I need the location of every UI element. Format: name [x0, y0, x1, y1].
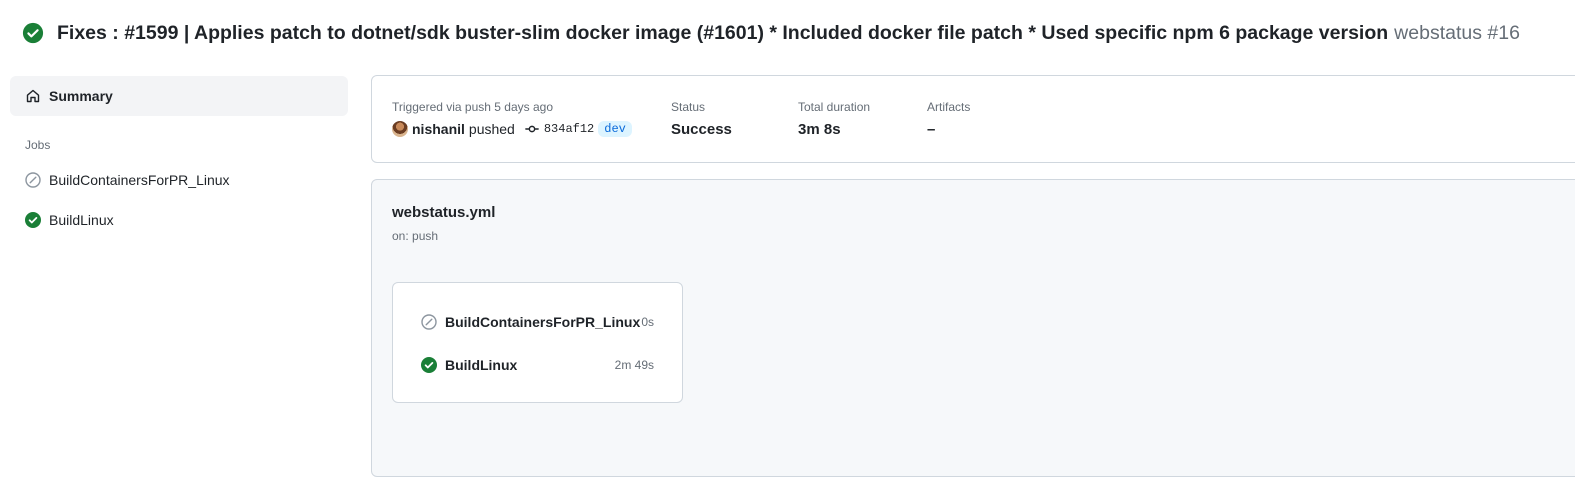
action-text: pushed: [468, 121, 515, 137]
run-header: Fixes : #1599 | Applies patch to dotnet/…: [22, 20, 1520, 46]
graph-job-buildlinux[interactable]: BuildLinux 2m 49s: [421, 355, 654, 375]
workflow-file-name: webstatus.yml: [392, 204, 496, 221]
sidebar-job-label: BuildLinux: [49, 212, 114, 228]
graph-job-name: BuildContainersForPR_Linux: [445, 314, 641, 330]
sidebar-job-buildlinux[interactable]: BuildLinux: [10, 200, 348, 240]
status-label: Status: [671, 100, 706, 114]
status-value: Success: [671, 121, 732, 138]
graph-job-buildcontainersforpr-linux[interactable]: BuildContainersForPR_Linux 0s: [421, 312, 654, 332]
skipped-icon: [25, 172, 41, 188]
graph-job-duration: 2m 49s: [614, 358, 654, 372]
duration-value: 3m 8s: [798, 121, 841, 138]
sidebar-item-summary[interactable]: Summary: [10, 76, 348, 116]
artifacts-info: Artifacts –: [927, 100, 970, 138]
commit-sha-link[interactable]: 834af12: [544, 122, 594, 136]
duration-label: Total duration: [798, 100, 871, 114]
branch-badge[interactable]: dev: [598, 121, 632, 137]
sidebar-item-label: Summary: [49, 88, 113, 104]
artifacts-value: –: [927, 121, 936, 138]
workflow-trigger-event: on: push: [392, 229, 439, 243]
workflow-graph-panel: webstatus.yml on: push BuildContainersFo…: [371, 179, 1575, 477]
run-title: Fixes : #1599 | Applies patch to dotnet/…: [57, 21, 1389, 44]
graph-job-duration: 0s: [641, 315, 654, 329]
job-group-card: BuildContainersForPR_Linux 0s BuildLinux…: [392, 282, 683, 403]
git-commit-icon: [525, 125, 539, 133]
check-circle-icon: [22, 22, 44, 44]
check-circle-icon: [25, 212, 41, 228]
workflow-run-link[interactable]: webstatus #16: [1394, 22, 1520, 45]
jobs-heading: Jobs: [25, 138, 51, 152]
check-circle-icon: [421, 357, 437, 373]
home-icon: [26, 89, 40, 103]
sidebar-job-label: BuildContainersForPR_Linux: [49, 172, 230, 188]
run-summary-panel: Triggered via push 5 days ago nishanil p…: [371, 75, 1575, 163]
status-info: Status Success: [671, 100, 732, 138]
skipped-icon: [421, 314, 437, 330]
trigger-label: Triggered via push 5 days ago: [392, 100, 553, 114]
duration-info: Total duration 3m 8s: [798, 100, 870, 138]
sidebar-job-buildcontainersforpr-linux[interactable]: BuildContainersForPR_Linux: [10, 160, 348, 200]
artifacts-label: Artifacts: [927, 100, 971, 114]
trigger-info: Triggered via push 5 days ago nishanil p…: [392, 100, 632, 137]
sidebar: Summary Jobs BuildContainersForPR_Linux …: [10, 76, 348, 240]
graph-job-name: BuildLinux: [445, 357, 518, 373]
actor-link[interactable]: nishanil: [412, 121, 465, 137]
avatar[interactable]: [392, 121, 408, 137]
